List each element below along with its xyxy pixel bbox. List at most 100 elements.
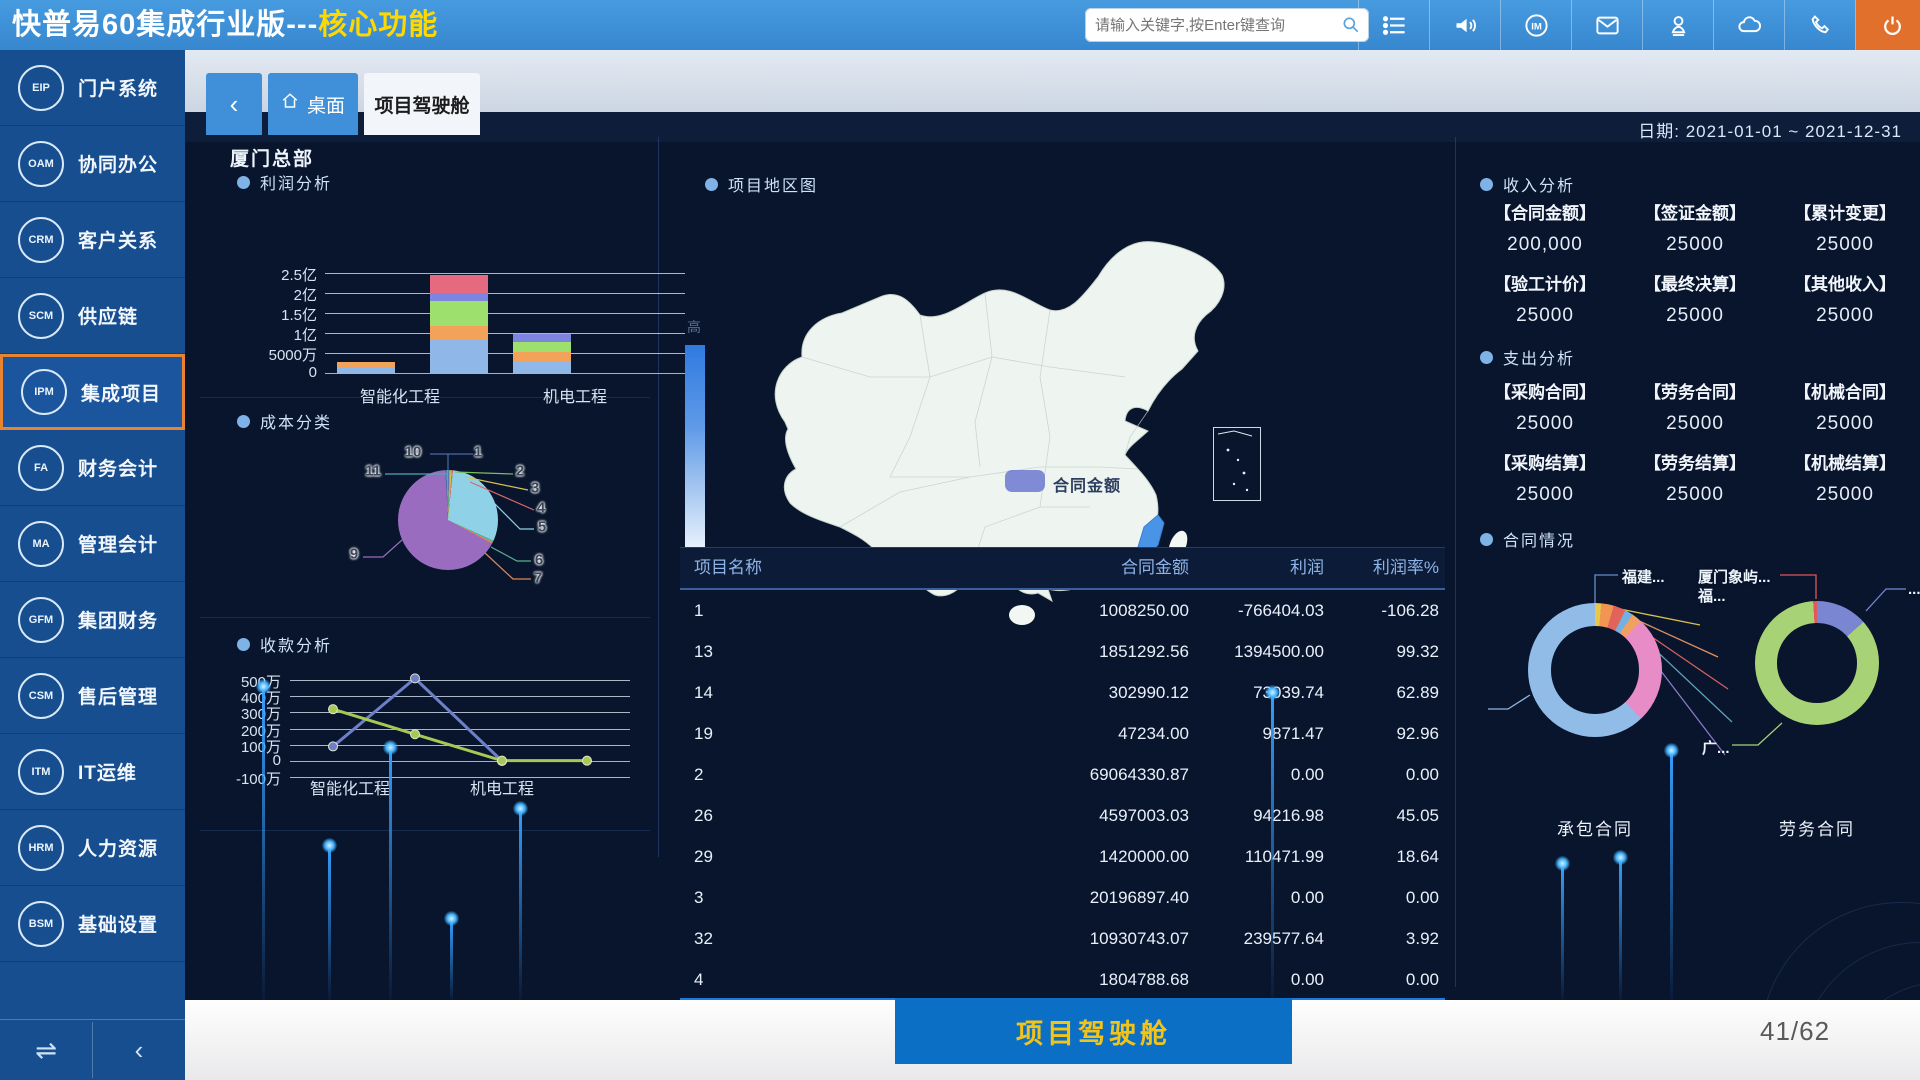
sidebar-item-itm[interactable]: ITMIT运维 xyxy=(0,734,185,810)
sidebar-item-ipm[interactable]: IPM集成项目 xyxy=(0,354,185,430)
table-row[interactable]: 131851292.561394500.0099.32 xyxy=(680,631,1445,672)
pie-slice-label: 11 xyxy=(365,463,381,480)
cloud-icon[interactable] xyxy=(1713,0,1784,50)
sidebar-item-gfm[interactable]: GFM集团财务 xyxy=(0,582,185,658)
expense-analysis-panel: 支出分析 【采购合同】25000【劳务合同】25000【机械合同】25000【采… xyxy=(1470,330,1920,515)
section-divider-3 xyxy=(200,830,650,831)
table-row[interactable]: 291420000.00110471.9918.64 xyxy=(680,836,1445,877)
cost-category-panel: 成本分类 123456791011 xyxy=(225,397,665,617)
bar-stack[interactable] xyxy=(430,275,488,373)
col-project-name[interactable]: 项目名称 xyxy=(680,548,989,588)
collapse-sidebar-icon[interactable]: ‹ xyxy=(93,1022,185,1078)
tab-back-button[interactable]: ‹ xyxy=(206,73,262,135)
light-beam xyxy=(262,686,265,1000)
tab-project-cockpit[interactable]: 项目驾驶舱 xyxy=(364,73,480,135)
table-cell: 92.96 xyxy=(1324,713,1445,754)
table-cell: 10930743.07 xyxy=(989,918,1189,959)
bar-stack[interactable] xyxy=(513,334,571,373)
table-cell: -766404.03 xyxy=(1189,590,1324,631)
pie-slice-label: 4 xyxy=(537,500,545,517)
table-cell: 94216.98 xyxy=(1189,795,1324,836)
table-row[interactable]: 11008250.00-766404.03-106.28 xyxy=(680,590,1445,631)
table-row[interactable]: 41804788.680.000.00 xyxy=(680,959,1445,1000)
donut2-label-4: 广... xyxy=(1702,737,1730,758)
phone-icon[interactable] xyxy=(1784,0,1855,50)
power-icon[interactable] xyxy=(1855,0,1920,50)
sidebar-item-hrm[interactable]: HRM人力资源 xyxy=(0,810,185,886)
user-icon[interactable] xyxy=(1642,0,1713,50)
receipt-line-chart: -100万0100万200万300万400万500万智能化工程机电工程 xyxy=(225,617,665,817)
donut2-caption: 劳务合同 xyxy=(1779,815,1855,840)
table-row[interactable]: 14302990.1273039.7462.89 xyxy=(680,672,1445,713)
table-cell: 0.00 xyxy=(1189,754,1324,795)
global-search xyxy=(1085,8,1369,42)
y-axis-tick: 5000万 xyxy=(247,344,317,365)
kv-value: 25000 xyxy=(1770,305,1920,327)
kv-value: 25000 xyxy=(1770,234,1920,256)
table-cell: 14 xyxy=(680,672,989,713)
expense-item: 【机械合同】25000 xyxy=(1770,378,1920,435)
sidebar-item-scm[interactable]: SCM供应链 xyxy=(0,278,185,354)
table-cell: 302990.12 xyxy=(989,672,1189,713)
expense-item: 【劳务合同】25000 xyxy=(1620,378,1770,435)
table-row[interactable]: 320196897.400.000.00 xyxy=(680,877,1445,918)
sidebar-item-eip[interactable]: EIP门户系统 xyxy=(0,50,185,126)
table-cell: 1804788.68 xyxy=(989,959,1189,1000)
menu-list-icon[interactable] xyxy=(1358,0,1429,50)
map-scale-gradient xyxy=(685,345,705,550)
kv-label: 【最终决算】 xyxy=(1620,270,1770,295)
sidebar-item-crm[interactable]: CRM客户关系 xyxy=(0,202,185,278)
table-row[interactable]: 264597003.0394216.9845.05 xyxy=(680,795,1445,836)
dashboard: 日期: 2021-01-01 ~ 2021-12-31 厦门总部 利润分析 05… xyxy=(185,112,1920,1000)
kv-label: 【其他收入】 xyxy=(1770,270,1920,295)
mail-icon[interactable] xyxy=(1571,0,1642,50)
sidebar-item-oam[interactable]: OAM协同办公 xyxy=(0,126,185,202)
page-indicator: 41/62 xyxy=(1760,1016,1830,1047)
eip-module-icon: EIP xyxy=(18,65,64,111)
sidebar-item-label: 基础设置 xyxy=(78,910,158,937)
sidebar-item-fa[interactable]: FA财务会计 xyxy=(0,430,185,506)
tab-desktop[interactable]: 桌面 xyxy=(268,73,358,135)
swap-arrows-icon[interactable]: ⇌ xyxy=(0,1022,93,1078)
table-cell: 3 xyxy=(680,877,989,918)
speaker-icon[interactable] xyxy=(1429,0,1500,50)
kv-value: 25000 xyxy=(1470,413,1620,435)
search-input[interactable] xyxy=(1093,16,1341,35)
y-axis-tick: 2亿 xyxy=(247,284,317,305)
table-cell: 3.92 xyxy=(1324,918,1445,959)
map-panel-title: 项目地区图 xyxy=(705,172,818,196)
project-cockpit-button[interactable]: 项目驾驶舱 xyxy=(895,998,1292,1064)
table-row[interactable]: 269064330.870.000.00 xyxy=(680,754,1445,795)
income-item: 【其他收入】 25000 xyxy=(1770,270,1920,327)
table-cell: 13 xyxy=(680,631,989,672)
table-row[interactable]: 3210930743.07239577.643.92 xyxy=(680,918,1445,959)
col-profit[interactable]: 利润 xyxy=(1189,548,1324,588)
sidebar-item-bsm[interactable]: BSM基础设置 xyxy=(0,886,185,962)
light-beam xyxy=(450,918,453,1000)
income-item: 【签证金额】25000 xyxy=(1620,199,1770,256)
im-icon[interactable]: IM xyxy=(1500,0,1571,50)
table-cell: 20196897.40 xyxy=(989,877,1189,918)
table-cell: 9871.47 xyxy=(1189,713,1324,754)
table-cell: 0.00 xyxy=(1324,877,1445,918)
light-beam xyxy=(519,808,522,1000)
col-contract-amount[interactable]: 合同金额 xyxy=(989,548,1189,588)
y-axis-tick: 2.5亿 xyxy=(247,264,317,285)
receipt-analysis-panel: 收款分析 -100万0100万200万300万400万500万智能化工程机电工程 xyxy=(225,617,665,817)
table-row[interactable]: 1947234.009871.4792.96 xyxy=(680,713,1445,754)
home-icon xyxy=(281,92,299,116)
sidebar-item-label: IT运维 xyxy=(78,758,137,785)
date-range-label: 日期: 2021-01-01 ~ 2021-12-31 xyxy=(1638,117,1902,142)
table-cell: 0.00 xyxy=(1324,959,1445,1000)
bar-stack[interactable] xyxy=(337,362,395,373)
col-profit-rate[interactable]: 利润率% xyxy=(1324,548,1445,588)
table-cell: 29 xyxy=(680,836,989,877)
sidebar-item-ma[interactable]: MA管理会计 xyxy=(0,506,185,582)
table-cell: 0.00 xyxy=(1189,959,1324,1000)
map-legend-swatch[interactable] xyxy=(1005,470,1045,492)
sidebar-item-csm[interactable]: CSM售后管理 xyxy=(0,658,185,734)
crm-module-icon: CRM xyxy=(18,217,64,263)
pie-slice-label: 7 xyxy=(534,570,542,587)
expense-item: 【机械结算】25000 xyxy=(1770,449,1920,506)
kv-value: 25000 xyxy=(1620,413,1770,435)
